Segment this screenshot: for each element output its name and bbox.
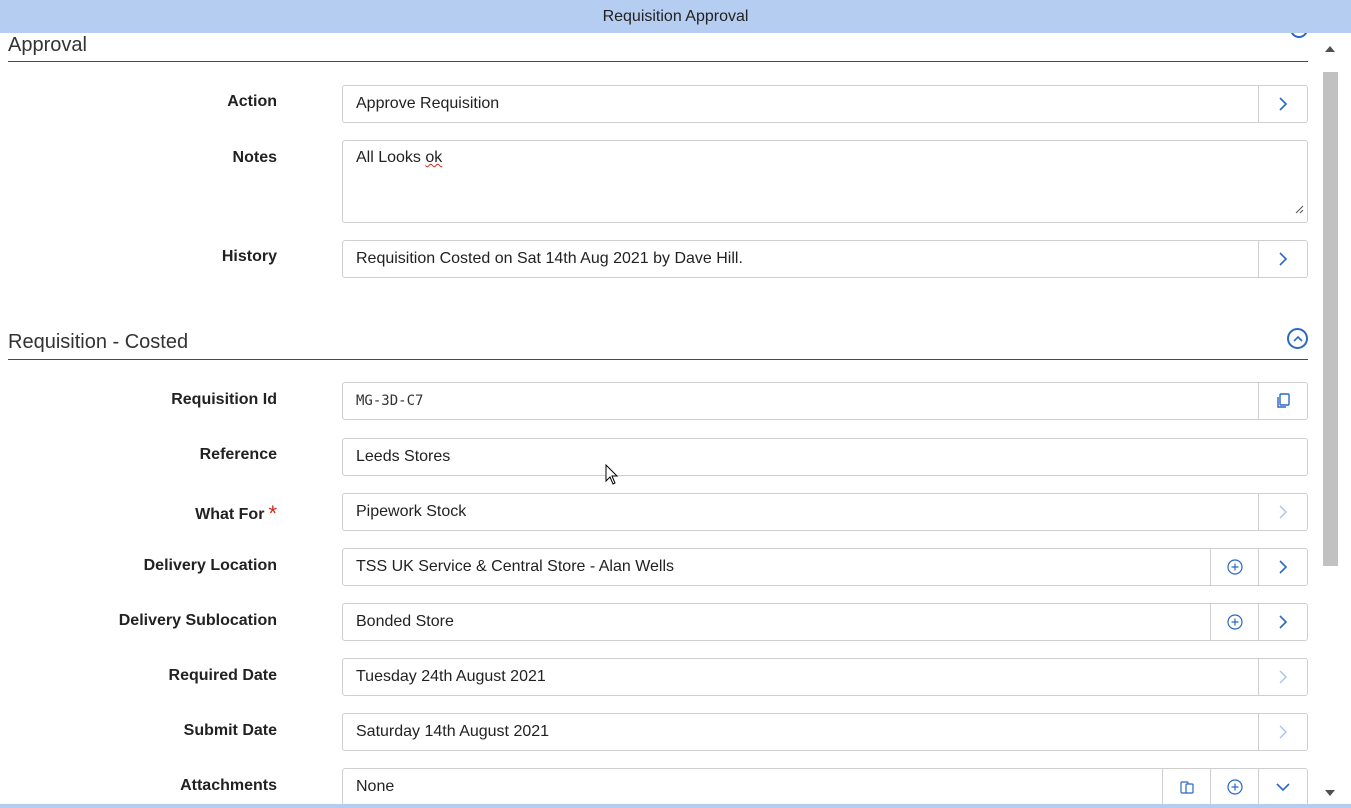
mouse-cursor-icon xyxy=(605,463,619,491)
chevron-right-icon xyxy=(1258,714,1307,750)
what-for-label: What For * xyxy=(195,499,277,526)
scroll-up-arrow-icon[interactable] xyxy=(1325,46,1335,52)
notes-label: Notes xyxy=(232,149,277,166)
form-content: Approval Action Approve Requisition Note… xyxy=(0,33,1320,808)
chevron-right-icon[interactable] xyxy=(1258,549,1307,585)
delivery-sublocation-field[interactable]: Bonded Store xyxy=(342,603,1308,641)
resize-grip-icon[interactable] xyxy=(1294,201,1304,219)
add-circle-icon[interactable] xyxy=(1210,769,1259,805)
delivery-location-value: TSS UK Service & Central Store - Alan We… xyxy=(356,558,675,575)
window-title: Requisition Approval xyxy=(602,8,749,25)
action-value: Approve Requisition xyxy=(356,95,500,112)
notes-misspelled-word: ok xyxy=(425,149,443,166)
section-title-requisition: Requisition - Costed xyxy=(8,331,189,353)
submit-date-field[interactable]: Saturday 14th August 2021 xyxy=(342,713,1308,751)
reference-value: Leeds Stores xyxy=(356,448,451,465)
add-circle-icon[interactable] xyxy=(1210,549,1259,585)
requisition-id-field[interactable]: MG-3D-C7 xyxy=(342,382,1308,420)
required-date-field[interactable]: Tuesday 24th August 2021 xyxy=(342,658,1308,696)
reference-label: Reference xyxy=(199,446,277,463)
required-date-label: Required Date xyxy=(168,667,277,684)
vertical-scrollbar[interactable] xyxy=(1320,40,1351,808)
chevron-right-icon[interactable] xyxy=(1258,86,1307,122)
history-field[interactable]: Requisition Costed on Sat 14th Aug 2021 … xyxy=(342,240,1308,278)
delivery-location-field[interactable]: TSS UK Service & Central Store - Alan We… xyxy=(342,548,1308,586)
requisition-id-value: MG-3D-C7 xyxy=(356,393,424,409)
attachments-label: Attachments xyxy=(180,777,277,794)
attachments-value: None xyxy=(356,778,395,795)
copy-icon[interactable] xyxy=(1162,769,1211,805)
notes-text: All Looks xyxy=(356,149,426,166)
scroll-down-arrow-icon[interactable] xyxy=(1325,790,1335,796)
required-marker: * xyxy=(268,501,277,526)
scrollbar-thumb[interactable] xyxy=(1323,72,1338,566)
add-circle-icon[interactable] xyxy=(1210,604,1259,640)
what-for-field[interactable]: Pipework Stock xyxy=(342,493,1308,531)
attachments-field[interactable]: None xyxy=(342,768,1308,806)
copy-icon[interactable] xyxy=(1258,383,1307,419)
chevron-right-icon xyxy=(1258,494,1307,530)
delivery-sublocation-value: Bonded Store xyxy=(356,613,454,630)
reference-field[interactable]: Leeds Stores xyxy=(342,438,1308,476)
bottom-border xyxy=(0,804,1351,808)
chevron-right-icon[interactable] xyxy=(1258,604,1307,640)
what-for-label-text: What For xyxy=(195,506,265,523)
window-title-bar: Requisition Approval xyxy=(0,0,1351,33)
notes-textarea[interactable]: All Looks ok xyxy=(342,140,1308,223)
section-header-approval: Approval xyxy=(8,33,1308,62)
chevron-right-icon[interactable] xyxy=(1258,241,1307,277)
delivery-sublocation-label: Delivery Sublocation xyxy=(118,612,277,629)
collapse-up-icon[interactable] xyxy=(1287,328,1308,349)
history-value: Requisition Costed on Sat 14th Aug 2021 … xyxy=(356,250,743,267)
chevron-right-icon xyxy=(1258,659,1307,695)
section-title-approval: Approval xyxy=(8,34,87,56)
delivery-location-label: Delivery Location xyxy=(143,557,277,574)
action-label: Action xyxy=(227,93,277,110)
submit-date-label: Submit Date xyxy=(183,722,277,739)
what-for-value: Pipework Stock xyxy=(356,503,467,520)
submit-date-value: Saturday 14th August 2021 xyxy=(356,723,550,740)
history-label: History xyxy=(221,248,277,265)
section-header-requisition: Requisition - Costed xyxy=(8,318,1308,360)
collapse-up-icon[interactable] xyxy=(1290,33,1308,38)
chevron-down-icon[interactable] xyxy=(1258,769,1307,805)
action-field[interactable]: Approve Requisition xyxy=(342,85,1308,123)
requisition-id-label: Requisition Id xyxy=(171,391,277,408)
notes-value: All Looks ok xyxy=(356,148,442,168)
required-date-value: Tuesday 24th August 2021 xyxy=(356,668,546,685)
